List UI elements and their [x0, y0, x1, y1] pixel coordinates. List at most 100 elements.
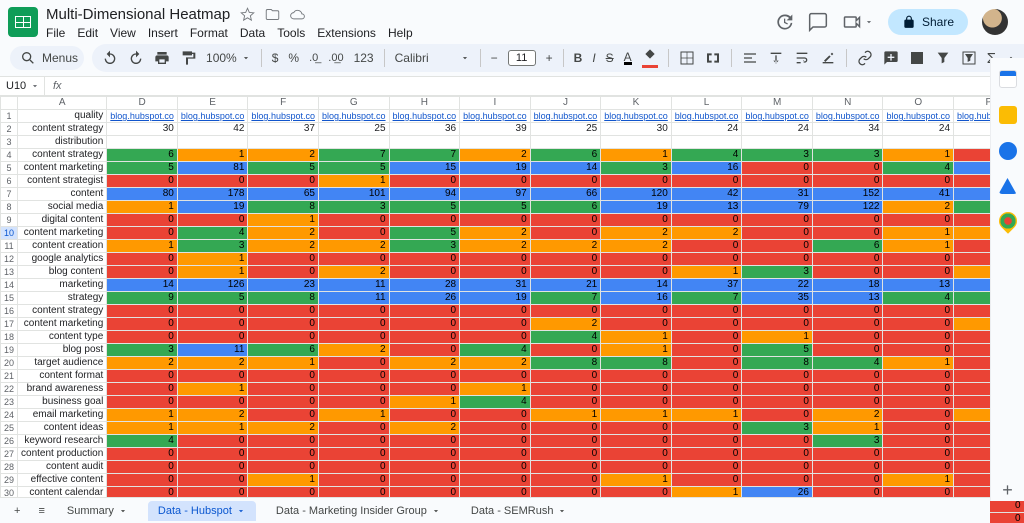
cell[interactable]: 0	[601, 396, 672, 409]
cell[interactable]: 3	[812, 149, 883, 162]
cell[interactable]: 2	[460, 357, 531, 370]
share-button[interactable]: Share	[888, 9, 968, 35]
cell[interactable]: 42	[177, 123, 248, 136]
cell[interactable]: 0	[248, 305, 319, 318]
cell[interactable]: 13	[671, 201, 742, 214]
cell[interactable]: 0	[318, 331, 389, 344]
cell[interactable]: 4	[812, 357, 883, 370]
cell[interactable]	[318, 136, 389, 149]
cell[interactable]: 0	[742, 383, 813, 396]
doc-title[interactable]: Multi-Dimensional Heatmap	[46, 6, 230, 23]
cell[interactable]: 0	[318, 435, 389, 448]
cell[interactable]: content strategy	[18, 123, 107, 136]
cell[interactable]: 13	[883, 279, 954, 292]
cell[interactable]	[177, 136, 248, 149]
row-header[interactable]: 12	[1, 253, 18, 266]
cell[interactable]: 0	[389, 253, 460, 266]
cell[interactable]: 3	[389, 240, 460, 253]
cell[interactable]: 0	[318, 396, 389, 409]
cell[interactable]: 0	[742, 461, 813, 474]
cell[interactable]: 152	[812, 188, 883, 201]
cell[interactable]: 4	[107, 435, 178, 448]
cell[interactable]: 2	[460, 240, 531, 253]
font-size-dec[interactable]: −	[491, 51, 498, 65]
cell[interactable]: 0	[671, 448, 742, 461]
cell[interactable]: 1	[601, 344, 672, 357]
cell[interactable]: 0	[812, 461, 883, 474]
cell[interactable]: 0	[812, 266, 883, 279]
cell[interactable]: 1	[318, 409, 389, 422]
cell[interactable]: 0	[883, 331, 954, 344]
cell[interactable]: 0	[460, 448, 531, 461]
cell[interactable]: 0	[389, 370, 460, 383]
cell[interactable]: target audience	[18, 357, 107, 370]
cell[interactable]: 5	[177, 292, 248, 305]
cell[interactable]: 22	[742, 279, 813, 292]
row-header[interactable]: 21	[1, 370, 18, 383]
cell[interactable]: 0	[671, 357, 742, 370]
cell[interactable]: 25	[530, 123, 601, 136]
cell[interactable]: 97	[460, 188, 531, 201]
cell[interactable]: 0	[812, 227, 883, 240]
cell[interactable]: 0	[177, 214, 248, 227]
cell[interactable]: quality	[18, 110, 107, 123]
cell[interactable]: 8	[530, 357, 601, 370]
cell[interactable]: 0	[742, 214, 813, 227]
cell[interactable]: 0	[530, 461, 601, 474]
cell[interactable]: 30	[601, 123, 672, 136]
cell[interactable]: 0	[671, 422, 742, 435]
cell[interactable]: 122	[812, 201, 883, 214]
cell[interactable]: 81	[177, 162, 248, 175]
row-header[interactable]: 18	[1, 331, 18, 344]
cell[interactable]: 0	[177, 435, 248, 448]
cell[interactable]: 0	[601, 266, 672, 279]
cell[interactable]: 0	[742, 448, 813, 461]
row-header[interactable]: 16	[1, 305, 18, 318]
cell[interactable]: 0	[389, 461, 460, 474]
filter-create-icon[interactable]	[961, 50, 977, 66]
cell[interactable]: 34	[812, 123, 883, 136]
cell[interactable]: 0	[177, 448, 248, 461]
cell[interactable]: 1	[883, 149, 954, 162]
cell[interactable]: 66	[530, 188, 601, 201]
cell[interactable]: 1	[671, 266, 742, 279]
cell[interactable]: 1	[177, 422, 248, 435]
cell[interactable]: 1	[601, 331, 672, 344]
cell[interactable]: 19	[601, 201, 672, 214]
formula-input[interactable]	[70, 77, 1024, 95]
column-header[interactable]: A	[18, 97, 107, 110]
cell[interactable]: 1	[601, 409, 672, 422]
cell[interactable]: 0	[530, 214, 601, 227]
cell[interactable]: 0	[812, 318, 883, 331]
cell[interactable]: 0	[883, 422, 954, 435]
calendar-icon[interactable]	[999, 70, 1017, 88]
cloud-saved-icon[interactable]	[290, 7, 305, 22]
cell[interactable]: 0	[671, 240, 742, 253]
cell[interactable]: 0	[318, 370, 389, 383]
cell[interactable]: 2	[389, 357, 460, 370]
sheet-tab[interactable]: Summary	[57, 501, 138, 521]
insert-comment-icon[interactable]	[883, 50, 899, 66]
cell[interactable]	[530, 136, 601, 149]
cell[interactable]: 0	[812, 344, 883, 357]
cell[interactable]: 6	[530, 149, 601, 162]
cell[interactable]: 0	[671, 474, 742, 487]
row-header[interactable]: 25	[1, 422, 18, 435]
cell[interactable]: 14	[530, 162, 601, 175]
cell[interactable]: 15	[389, 162, 460, 175]
text-color-icon[interactable]: A	[624, 52, 632, 65]
cell[interactable]: blog.hubspot.co	[389, 110, 460, 123]
cell[interactable]: strategy	[18, 292, 107, 305]
row-header[interactable]: 22	[1, 383, 18, 396]
cell[interactable]: 16	[671, 162, 742, 175]
cell[interactable]: blog.hubspot.co	[742, 110, 813, 123]
cell[interactable]: 11	[318, 292, 389, 305]
cell[interactable]: 1	[248, 474, 319, 487]
column-header[interactable]: N	[812, 97, 883, 110]
cell[interactable]: 7	[530, 292, 601, 305]
row-header[interactable]: 17	[1, 318, 18, 331]
cell[interactable]: blog content	[18, 266, 107, 279]
cell[interactable]: 2	[318, 344, 389, 357]
cell[interactable]: 0	[742, 435, 813, 448]
cell[interactable]: 0	[389, 435, 460, 448]
